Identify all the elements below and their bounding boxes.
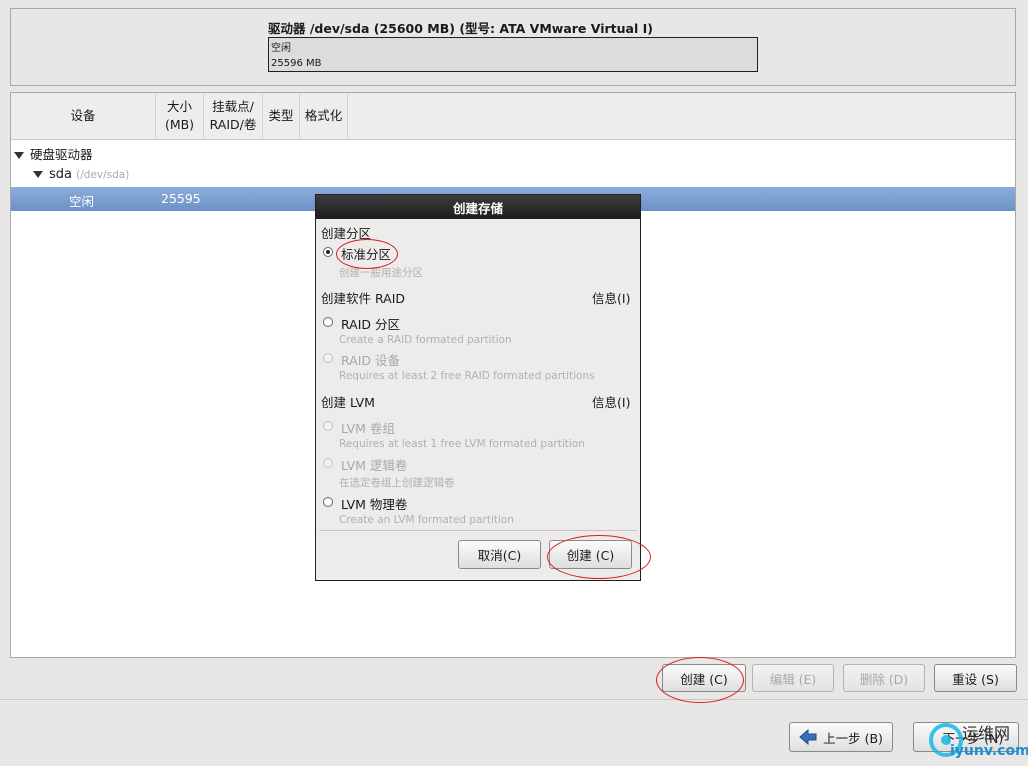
col-format[interactable]: 格式化 — [300, 93, 348, 139]
col-type[interactable]: 类型 — [263, 93, 300, 139]
lvm-pv-hint: Create an LVM formated partition — [339, 514, 514, 526]
tree-row-sda[interactable]: sda (/dev/sda) — [33, 167, 129, 182]
watermark-logo: 运维网 iyunv.com — [928, 716, 1028, 764]
drive-free-label: 空闲 — [271, 43, 291, 54]
dialog-create-button[interactable]: 创建 (C) — [549, 540, 632, 569]
section-partition: 创建分区 — [321, 226, 372, 241]
radio-raid-device[interactable] — [323, 353, 333, 363]
create-button[interactable]: 创建 (C) — [662, 664, 746, 692]
edit-button[interactable]: 编辑 (E) — [752, 664, 834, 692]
radio-standard-partition[interactable] — [323, 247, 333, 257]
lvm-vg-label[interactable]: LVM 卷组 — [341, 418, 395, 437]
col-mount[interactable]: 挂载点/ RAID/卷 — [204, 93, 263, 139]
radio-raid-partition[interactable] — [323, 317, 333, 327]
reset-button[interactable]: 重设 (S) — [934, 664, 1017, 692]
raid-partition-label[interactable]: RAID 分区 — [341, 314, 400, 333]
disk-name: sda — [49, 167, 72, 182]
watermark-line1: 运维网 — [962, 724, 1011, 743]
row-size: 25595 — [161, 191, 201, 206]
group-label: 硬盘驱动器 — [30, 147, 93, 162]
dialog-title: 创建存储 — [316, 195, 640, 219]
back-button[interactable]: 上一步 (B) — [789, 722, 893, 752]
watermark-line2: iyunv.com — [950, 743, 1028, 759]
drive-free-size: 25596 MB — [271, 58, 322, 69]
lvm-vg-hint: Requires at least 1 free LVM formated pa… — [339, 438, 585, 450]
expander-icon[interactable] — [14, 152, 24, 159]
raid-partition-hint: Create a RAID formated partition — [339, 334, 512, 346]
lvm-lv-hint: 在选定卷组上创建逻辑卷 — [339, 477, 455, 489]
raid-device-hint: Requires at least 2 free RAID formated p… — [339, 370, 595, 382]
standard-partition-label[interactable]: 标准分区 — [341, 244, 391, 263]
drive-free-space-bar[interactable]: 空闲 25596 MB — [268, 37, 758, 72]
lvm-info-link[interactable]: 信息(I) — [592, 392, 630, 411]
drive-title: 驱动器 /dev/sda (25600 MB) (型号: ATA VMware … — [268, 21, 653, 36]
radio-lvm-vg[interactable] — [323, 421, 333, 431]
raid-device-label[interactable]: RAID 设备 — [341, 350, 400, 369]
section-lvm: 创建 LVM — [321, 395, 375, 410]
disk-path: (/dev/sda) — [76, 169, 130, 181]
lvm-lv-label[interactable]: LVM 逻辑卷 — [341, 455, 407, 474]
expander-icon[interactable] — [33, 171, 43, 178]
dialog-cancel-button[interactable]: 取消(C) — [458, 540, 541, 569]
radio-lvm-lv[interactable] — [323, 458, 333, 468]
radio-lvm-pv[interactable] — [323, 497, 333, 507]
col-size[interactable]: 大小 (MB) — [156, 93, 204, 139]
dialog-separator — [319, 530, 637, 531]
raid-info-link[interactable]: 信息(I) — [592, 288, 630, 307]
separator — [0, 699, 1028, 700]
section-raid: 创建软件 RAID — [321, 291, 406, 306]
arrow-left-icon — [799, 729, 817, 745]
standard-partition-hint: 创建一般用途分区 — [339, 267, 423, 279]
tree-row-harddrives[interactable]: 硬盘驱动器 — [14, 144, 93, 163]
col-device[interactable]: 设备 — [11, 93, 156, 139]
row-device: 空闲 — [69, 194, 95, 209]
lvm-pv-label[interactable]: LVM 物理卷 — [341, 494, 407, 513]
delete-button[interactable]: 删除 (D) — [843, 664, 925, 692]
